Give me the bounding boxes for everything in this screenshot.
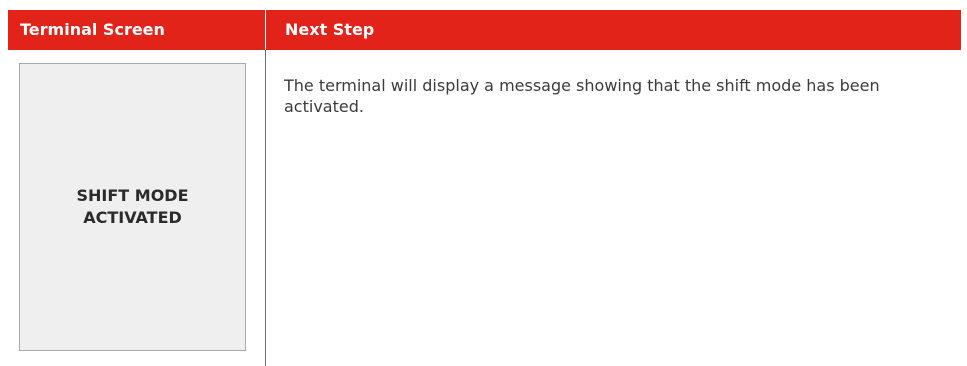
table-header-row: Terminal Screen Next Step: [8, 10, 961, 50]
terminal-screen-mockup: SHIFT MODE ACTIVATED: [19, 63, 246, 351]
instruction-table: Terminal Screen Next Step SHIFT MODE ACT…: [8, 10, 961, 366]
header-next-step: Next Step: [285, 20, 375, 39]
header-column-divider: [265, 10, 266, 50]
header-terminal-screen: Terminal Screen: [20, 20, 165, 39]
column-divider: [265, 50, 266, 366]
terminal-display-message: SHIFT MODE ACTIVATED: [76, 186, 189, 227]
table-row: SHIFT MODE ACTIVATED The terminal will d…: [8, 50, 961, 366]
next-step-description: The terminal will display a message show…: [284, 76, 880, 116]
